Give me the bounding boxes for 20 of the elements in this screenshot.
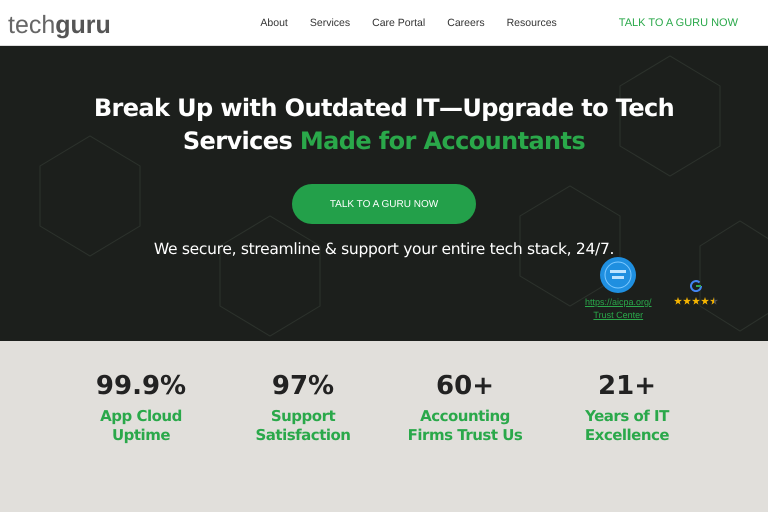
nav-link[interactable]: About bbox=[260, 16, 288, 28]
nav-link[interactable]: Care Portal bbox=[372, 16, 426, 28]
hero-subtitle: We secure, streamline & support your entire tech stack, 24/7. bbox=[154, 240, 614, 258]
stat-value: 60+ bbox=[436, 371, 494, 401]
stat-label: Years of IT Excellence bbox=[584, 407, 670, 445]
certification-badge-icon bbox=[599, 256, 638, 294]
nav-link[interactable]: Resources bbox=[506, 16, 557, 28]
stat-label: Support Satisfaction bbox=[254, 407, 352, 445]
nav-link[interactable]: Services bbox=[310, 16, 350, 28]
logo[interactable]: techguru bbox=[8, 6, 111, 40]
badge-link[interactable]: Trust Center bbox=[593, 310, 644, 320]
stat-label: App Cloud Uptime bbox=[99, 407, 183, 445]
google-logo-icon bbox=[690, 280, 702, 292]
stat-value: 97% bbox=[272, 371, 334, 401]
nav-link[interactable]: Careers bbox=[447, 16, 485, 28]
hero-title: Break Up with Outdated IT—Upgrade to Tech Services Made for Accountants bbox=[94, 93, 674, 157]
stat-label: Accounting Firms Trust Us bbox=[406, 407, 524, 445]
stat-value: 99.9% bbox=[96, 371, 186, 401]
badge-link[interactable]: https://aicpa.org/ bbox=[585, 297, 652, 307]
stat-value: 21+ bbox=[598, 371, 656, 401]
